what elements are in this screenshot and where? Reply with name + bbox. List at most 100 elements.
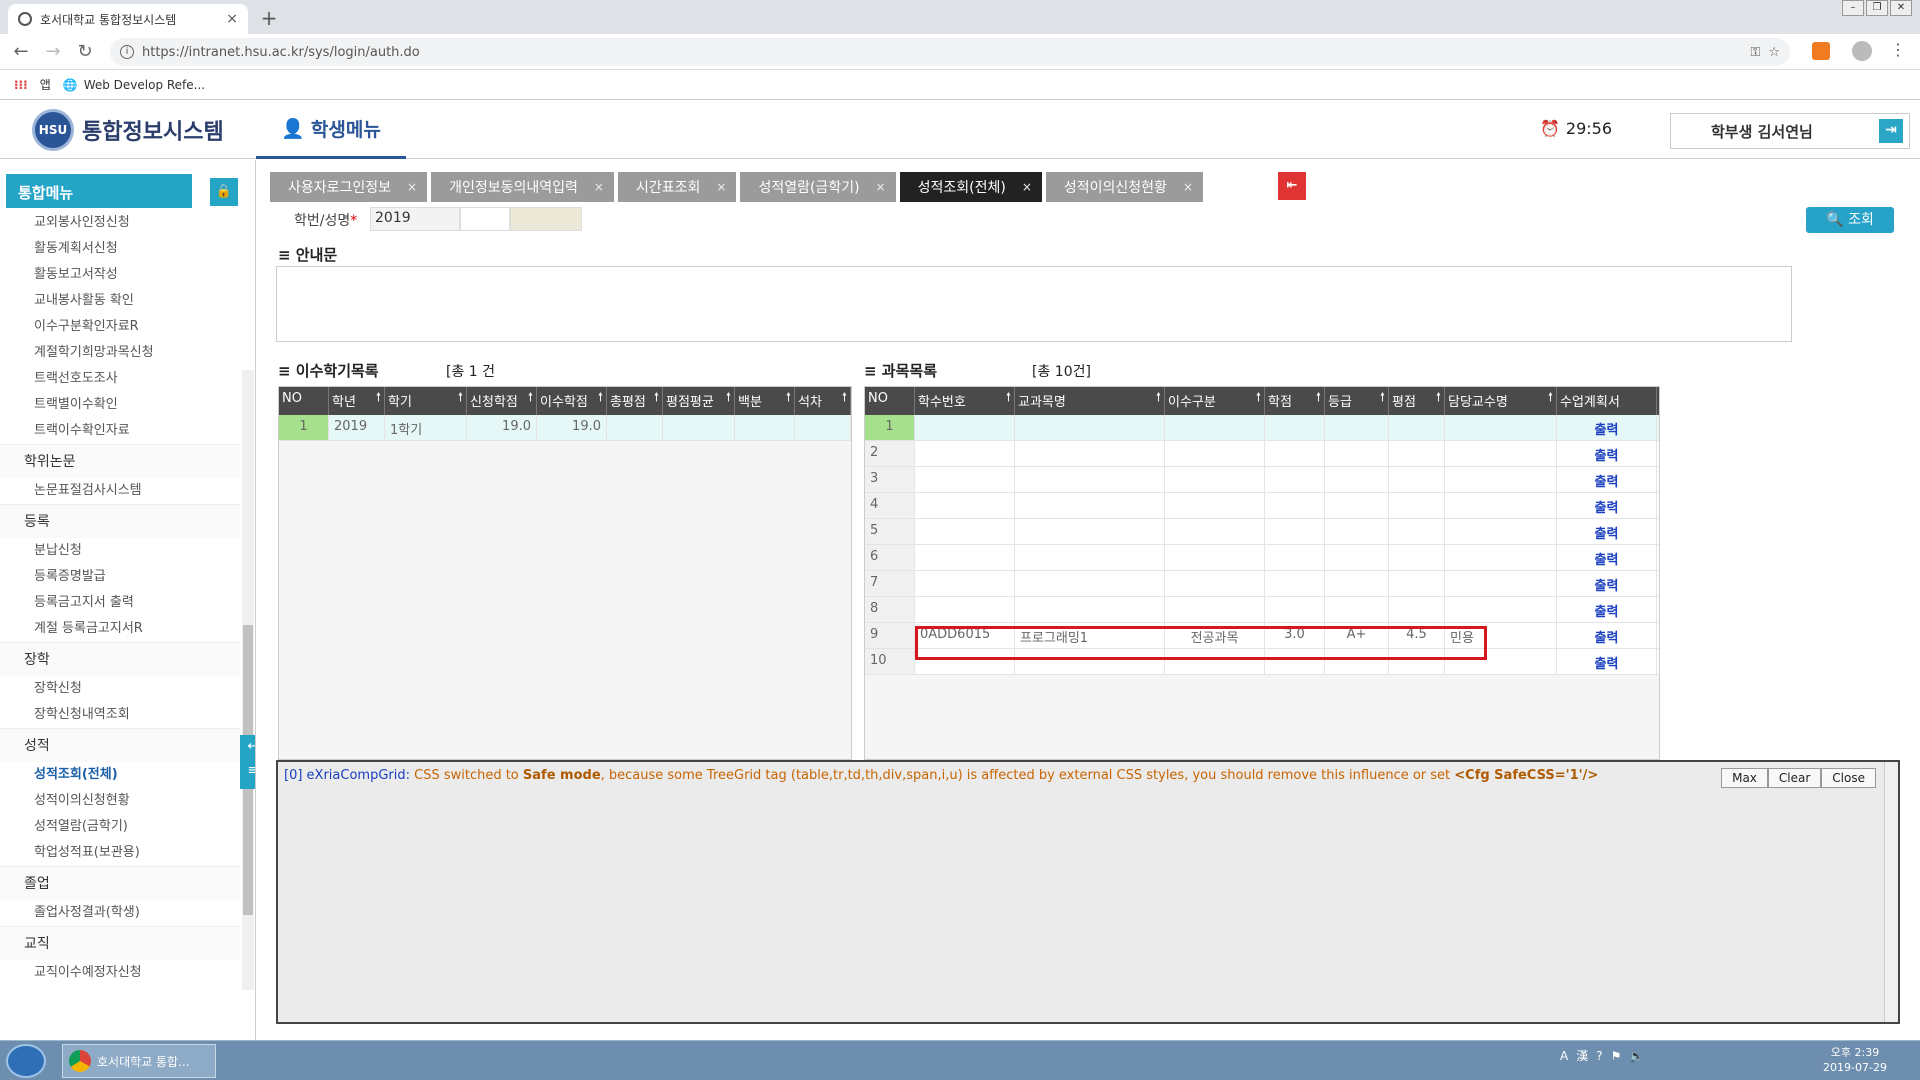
- table-row[interactable]: 1 2019 1학기 19.0 19.0: [279, 415, 851, 441]
- sidebar-item[interactable]: 장학신청내역조회: [0, 702, 240, 728]
- sort-arrow-icon[interactable]: 🠕: [1256, 388, 1261, 409]
- sort-arrow-icon[interactable]: 🠕: [1316, 388, 1321, 409]
- table-row[interactable]: 4 출력: [865, 493, 1659, 519]
- content-tab[interactable]: 성적조회(전체) ×: [899, 172, 1042, 202]
- print-link[interactable]: 출력: [1557, 623, 1657, 648]
- key-icon[interactable]: ⚿: [1750, 45, 1760, 60]
- grid-column-header[interactable]: 이수구분 🠕: [1165, 387, 1265, 415]
- sidebar-item[interactable]: 졸업사정결과(학생): [0, 900, 240, 926]
- grid-column-header[interactable]: 학점 🠕: [1265, 387, 1325, 415]
- sidebar-item[interactable]: 활동계획서신청: [0, 236, 240, 262]
- close-tab-icon[interactable]: ×: [407, 180, 417, 194]
- close-tab-icon[interactable]: ×: [876, 180, 886, 194]
- reload-icon[interactable]: ↻: [74, 42, 96, 64]
- sidebar-section[interactable]: 교직: [0, 926, 240, 960]
- sort-arrow-icon[interactable]: 🠕: [598, 388, 603, 409]
- grid-column-header[interactable]: 학년 🠕: [329, 387, 385, 415]
- close-all-tabs-icon[interactable]: ⇤: [1278, 172, 1306, 200]
- grid-column-header[interactable]: 담당교수명 🠕: [1445, 387, 1557, 415]
- sort-arrow-icon[interactable]: 🠕: [1156, 388, 1161, 409]
- grid-column-header[interactable]: NO: [279, 387, 329, 415]
- grid-column-header[interactable]: 신청학점 🠕: [467, 387, 537, 415]
- content-tab[interactable]: 성적이의신청현황 ×: [1045, 172, 1203, 202]
- sort-arrow-icon[interactable]: 🠕: [786, 388, 791, 409]
- close-tab-icon[interactable]: ×: [1022, 180, 1032, 194]
- sort-arrow-icon[interactable]: 🠕: [1380, 388, 1385, 409]
- grid-column-header[interactable]: 등급 🠕: [1325, 387, 1389, 415]
- sidebar-toggle-button[interactable]: ←≡: [240, 735, 255, 789]
- sort-arrow-icon[interactable]: 🠕: [376, 388, 381, 409]
- sidebar-item[interactable]: 성적조회(전체): [0, 762, 240, 788]
- logout-icon[interactable]: ⇥: [1879, 119, 1903, 143]
- url-bar[interactable]: i https://intranet.hsu.ac.kr/sys/login/a…: [110, 38, 1790, 66]
- sidebar-section[interactable]: 학위논문: [0, 444, 240, 478]
- browser-tab[interactable]: 호서대학교 통합정보시스템 ×: [8, 4, 248, 34]
- sort-arrow-icon[interactable]: 🠕: [1006, 388, 1011, 409]
- menu-dots-icon[interactable]: ⋮: [1890, 40, 1906, 59]
- sort-arrow-icon[interactable]: 🠕: [528, 388, 533, 409]
- print-link[interactable]: 출력: [1557, 467, 1657, 492]
- sidebar-item[interactable]: 학업성적표(보관용): [0, 840, 240, 866]
- table-row[interactable]: 7 출력: [865, 571, 1659, 597]
- profile-icon[interactable]: [1852, 41, 1872, 61]
- sidebar-item[interactable]: 활동보고서작성: [0, 262, 240, 288]
- sort-arrow-icon[interactable]: 🠕: [1548, 388, 1553, 409]
- sidebar-item[interactable]: 교직이수예정자신청: [0, 960, 240, 986]
- sidebar-item[interactable]: 등록금고지서 출력: [0, 590, 240, 616]
- sidebar-section[interactable]: 성적: [0, 728, 240, 762]
- sort-arrow-icon[interactable]: 🠕: [842, 388, 847, 409]
- close-tab-icon[interactable]: ×: [1183, 180, 1193, 194]
- debug-scrollbar[interactable]: [1884, 762, 1898, 1022]
- back-icon[interactable]: ←: [10, 42, 32, 64]
- grid-column-header[interactable]: 석차 🠕: [795, 387, 851, 415]
- sidebar-item[interactable]: 분납신청: [0, 538, 240, 564]
- sort-arrow-icon[interactable]: 🠕: [1436, 388, 1441, 409]
- sidebar-item[interactable]: 등록증명발급: [0, 564, 240, 590]
- flag-icon[interactable]: ⚑: [1611, 1049, 1622, 1063]
- start-button[interactable]: [6, 1044, 46, 1078]
- sidebar-item[interactable]: 계절학기희망과목신청: [0, 340, 240, 366]
- minimize-icon[interactable]: –: [1842, 0, 1864, 16]
- lock-icon[interactable]: 🔒: [210, 178, 238, 206]
- sidebar-title[interactable]: 통합메뉴: [6, 174, 192, 208]
- close-button[interactable]: Close: [1821, 768, 1876, 788]
- apps-grid-icon[interactable]: ⁝⁝⁝: [14, 78, 28, 92]
- help-icon[interactable]: ?: [1596, 1049, 1602, 1063]
- sidebar-item[interactable]: 장학신청: [0, 676, 240, 702]
- grid-column-header[interactable]: 수업계획서: [1557, 387, 1657, 415]
- sidebar-item[interactable]: 교외봉사인정신청: [0, 210, 240, 236]
- extension-icon[interactable]: [1812, 42, 1830, 60]
- grid-column-header[interactable]: 백분 🠕: [735, 387, 795, 415]
- content-tab[interactable]: 성적열람(금학기) ×: [740, 172, 896, 202]
- clear-button[interactable]: Clear: [1767, 768, 1822, 788]
- sidebar-section[interactable]: 등록: [0, 504, 240, 538]
- content-tab[interactable]: 시간표조회 ×: [617, 172, 737, 202]
- print-link[interactable]: 출력: [1557, 493, 1657, 518]
- grid-column-header[interactable]: 이수학점 🠕: [537, 387, 607, 415]
- taskbar-chrome-app[interactable]: 호서대학교 통합...: [62, 1044, 216, 1078]
- sidebar-item[interactable]: 교내봉사활동 확인: [0, 288, 240, 314]
- print-link[interactable]: 출력: [1557, 597, 1657, 622]
- student-dept-input[interactable]: [510, 207, 582, 231]
- bookmark-apps[interactable]: 앱: [40, 76, 51, 93]
- bookmark-web-develop[interactable]: Web Develop Refe...: [84, 78, 205, 92]
- ime-icon[interactable]: A: [1560, 1049, 1568, 1063]
- sort-arrow-icon[interactable]: 🠕: [654, 388, 659, 409]
- grid-column-header[interactable]: 학기 🠕: [385, 387, 467, 415]
- content-tab[interactable]: 사용자로그인정보 ×: [270, 172, 428, 202]
- hanja-icon[interactable]: 漢: [1576, 1047, 1588, 1064]
- close-tab-icon[interactable]: ×: [594, 180, 604, 194]
- grid-column-header[interactable]: 평점 🠕: [1389, 387, 1445, 415]
- table-row[interactable]: 2 출력: [865, 441, 1659, 467]
- table-row[interactable]: 6 출력: [865, 545, 1659, 571]
- grid-column-header[interactable]: 평점평균 🠕: [663, 387, 735, 415]
- sidebar-item[interactable]: 성적이의신청현황: [0, 788, 240, 814]
- sidebar-item[interactable]: 이수구분확인자료R: [0, 314, 240, 340]
- sidebar-section[interactable]: 장학: [0, 642, 240, 676]
- print-link[interactable]: 출력: [1557, 545, 1657, 570]
- max-button[interactable]: Max: [1721, 768, 1768, 788]
- app-logo[interactable]: HSU 통합정보시스템: [32, 109, 224, 151]
- table-row[interactable]: 5 출력: [865, 519, 1659, 545]
- grid-column-header[interactable]: 학수번호 🠕: [915, 387, 1015, 415]
- print-link[interactable]: 출력: [1557, 571, 1657, 596]
